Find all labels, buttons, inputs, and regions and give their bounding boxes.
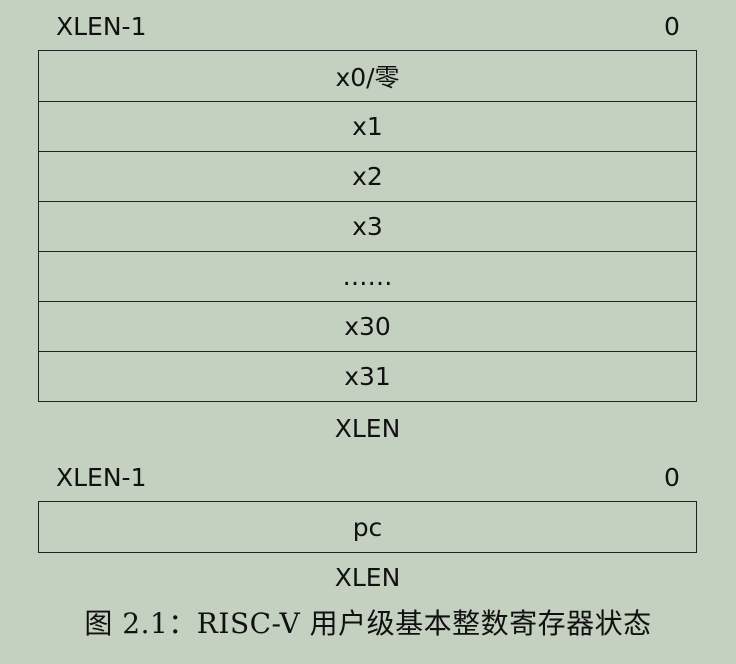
pc-width-label: XLEN — [334, 563, 401, 592]
register-x31: x31 — [39, 351, 696, 401]
register-x0: x0/零 — [335, 63, 400, 92]
gpr-width-label: XLEN — [334, 414, 401, 443]
register-x1: x1 — [39, 101, 696, 151]
register-x2: x2 — [39, 151, 696, 201]
register-x30: x30 — [39, 301, 696, 351]
register-pc: pc — [352, 512, 383, 542]
gpr-msb-label: XLEN-1 — [56, 12, 147, 41]
register-x3: x3 — [39, 201, 696, 251]
figure-caption: 图 2.1：RISC-V 用户级基本整数寄存器状态 — [84, 607, 652, 640]
pc-lsb-label: 0 — [664, 463, 680, 492]
pc-register-box: pc — [38, 501, 697, 553]
gpr-lsb-label: 0 — [664, 12, 680, 41]
pc-msb-label: XLEN-1 — [56, 463, 147, 492]
register-file: x0/零 x1 x2 x3 …… x30 x31 — [38, 50, 697, 402]
register-ellipsis: …… — [39, 251, 696, 301]
